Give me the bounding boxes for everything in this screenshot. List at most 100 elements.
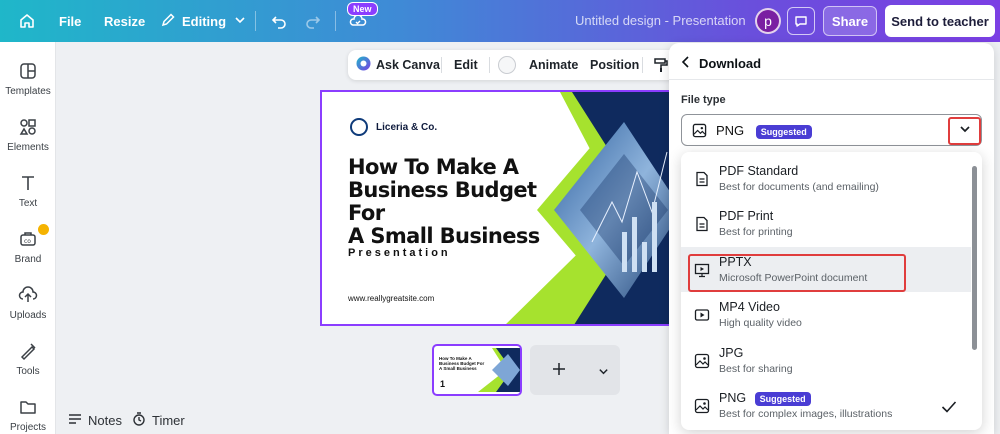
file-type-select[interactable]: PNG Suggested xyxy=(681,114,982,146)
text-icon xyxy=(17,172,39,194)
canva-ai-icon xyxy=(356,56,371,74)
slide-brand: Liceria & Co. xyxy=(350,118,437,136)
option-title: PNG xyxy=(719,391,747,405)
option-subtitle: Best for complex images, illustrations xyxy=(719,408,893,420)
slide-website: www.reallygreatsite.com xyxy=(348,294,435,303)
edit-button[interactable]: Edit xyxy=(454,50,478,80)
thumbnail-title: How To Make A Business Budget For A Smal… xyxy=(439,356,485,371)
plus-icon xyxy=(552,362,566,381)
editing-menu[interactable]: Editing xyxy=(160,0,246,42)
elements-icon xyxy=(17,116,39,138)
timer-icon xyxy=(132,411,146,429)
paint-roller-icon[interactable] xyxy=(654,50,668,80)
file-type-label: File type xyxy=(681,94,726,106)
left-sidebar: Templates Elements Text co Brand Uploads… xyxy=(0,42,56,434)
video-icon xyxy=(694,307,710,323)
animate-button[interactable]: Animate xyxy=(529,50,578,80)
document-icon xyxy=(694,216,710,232)
slide-title-line: A Small Business xyxy=(348,224,540,248)
pencil-icon xyxy=(160,12,176,31)
slide-subtitle: Presentation xyxy=(348,247,451,259)
send-to-teacher-button[interactable]: Send to teacher xyxy=(885,5,995,37)
option-subtitle: High quality video xyxy=(719,317,802,329)
color-swatch-button[interactable] xyxy=(498,50,516,80)
option-title: PDF Print xyxy=(719,209,774,223)
sidebar-item-label: Projects xyxy=(9,422,47,433)
undo-icon[interactable] xyxy=(270,0,288,42)
context-toolbar: Ask Canva Edit Animate Position xyxy=(348,50,678,80)
file-type-dropdown-toggle[interactable] xyxy=(948,117,981,145)
slide-canvas[interactable]: Liceria & Co. How To Make A Business Bud… xyxy=(320,90,680,326)
ask-canva-button[interactable]: Ask Canva xyxy=(356,50,440,80)
checkmark-icon xyxy=(941,400,957,419)
chevron-down-icon xyxy=(234,14,246,29)
sidebar-item-label: Uploads xyxy=(9,310,47,321)
page-thumbnail[interactable]: How To Make A Business Budget For A Smal… xyxy=(432,344,522,396)
avatar[interactable]: p xyxy=(755,8,781,34)
chevron-down-icon xyxy=(959,122,971,140)
chevron-down-icon[interactable] xyxy=(598,364,609,382)
sidebar-item-templates[interactable]: Templates xyxy=(0,60,56,97)
svg-text:co: co xyxy=(24,238,31,245)
sidebar-item-tools[interactable]: Tools xyxy=(0,340,56,377)
image-icon xyxy=(694,398,710,414)
document-icon xyxy=(694,171,710,187)
selected-file-type: PNG xyxy=(716,123,745,138)
sidebar-item-elements[interactable]: Elements xyxy=(0,116,56,153)
notes-button[interactable]: Notes xyxy=(68,410,122,430)
sidebar-item-label: Elements xyxy=(7,142,49,153)
timer-button[interactable]: Timer xyxy=(132,410,185,430)
notes-icon xyxy=(68,412,82,429)
projects-icon xyxy=(17,396,39,418)
file-type-dropdown: PDF Standard Best for documents (and ema… xyxy=(681,152,982,430)
slide-title-line: Business Budget For xyxy=(348,178,537,225)
option-pdf-standard[interactable]: PDF Standard Best for documents (and ema… xyxy=(681,156,971,201)
dropdown-scrollbar[interactable] xyxy=(972,166,977,350)
sidebar-item-brand[interactable]: co Brand xyxy=(0,224,56,265)
redo-icon[interactable] xyxy=(304,0,322,42)
sidebar-item-uploads[interactable]: Uploads xyxy=(0,284,56,321)
sidebar-item-text[interactable]: Text xyxy=(0,172,56,209)
document-title[interactable]: Untitled design - Presentation xyxy=(575,13,746,28)
notes-label: Notes xyxy=(88,412,122,428)
suggested-badge: Suggested xyxy=(755,125,812,139)
option-subtitle: Best for documents (and emailing) xyxy=(719,181,879,193)
option-pdf-print[interactable]: PDF Print Best for printing xyxy=(681,201,971,246)
option-title: MP4 Video xyxy=(719,300,780,314)
suggested-badge: Suggested xyxy=(754,392,811,406)
comment-icon[interactable] xyxy=(787,7,815,35)
editing-label: Editing xyxy=(182,13,227,29)
image-icon xyxy=(694,353,710,369)
option-title: PDF Standard xyxy=(719,164,799,178)
option-png[interactable]: PNG Suggested Best for complex images, i… xyxy=(681,383,971,428)
color-swatch xyxy=(498,56,516,74)
option-title: JPG xyxy=(719,346,744,360)
download-header[interactable]: Download xyxy=(681,53,761,73)
position-button[interactable]: Position xyxy=(590,50,639,80)
resize-menu[interactable]: Resize xyxy=(104,0,145,42)
share-button[interactable]: Share xyxy=(823,6,877,36)
option-subtitle: Best for sharing xyxy=(719,363,793,375)
sidebar-item-projects[interactable]: Projects xyxy=(0,396,56,433)
pptx-highlight-box xyxy=(688,254,906,292)
chevron-left-icon[interactable] xyxy=(681,55,691,71)
new-badge: New xyxy=(347,2,378,16)
timer-label: Timer xyxy=(152,412,185,428)
option-mp4-video[interactable]: MP4 Video High quality video xyxy=(681,292,971,337)
add-page-button[interactable] xyxy=(530,345,620,395)
crown-icon xyxy=(38,224,49,235)
ask-canva-label: Ask Canva xyxy=(376,58,440,72)
tools-icon xyxy=(17,340,39,362)
top-bar: File Resize Editing New Untitled design … xyxy=(0,0,1000,42)
brand-name: Liceria & Co. xyxy=(376,121,438,133)
file-menu[interactable]: File xyxy=(59,0,81,42)
brand-icon: co xyxy=(17,228,39,250)
brand-logo-icon xyxy=(350,118,368,136)
home-icon[interactable] xyxy=(18,0,36,42)
page-number: 1 xyxy=(440,379,446,389)
slide-title: How To Make A Business Budget For A Smal… xyxy=(348,156,558,248)
image-icon xyxy=(692,123,707,143)
sidebar-item-label: Brand xyxy=(14,254,42,265)
sidebar-item-label: Tools xyxy=(16,366,40,377)
option-jpg[interactable]: JPG Best for sharing xyxy=(681,338,971,383)
